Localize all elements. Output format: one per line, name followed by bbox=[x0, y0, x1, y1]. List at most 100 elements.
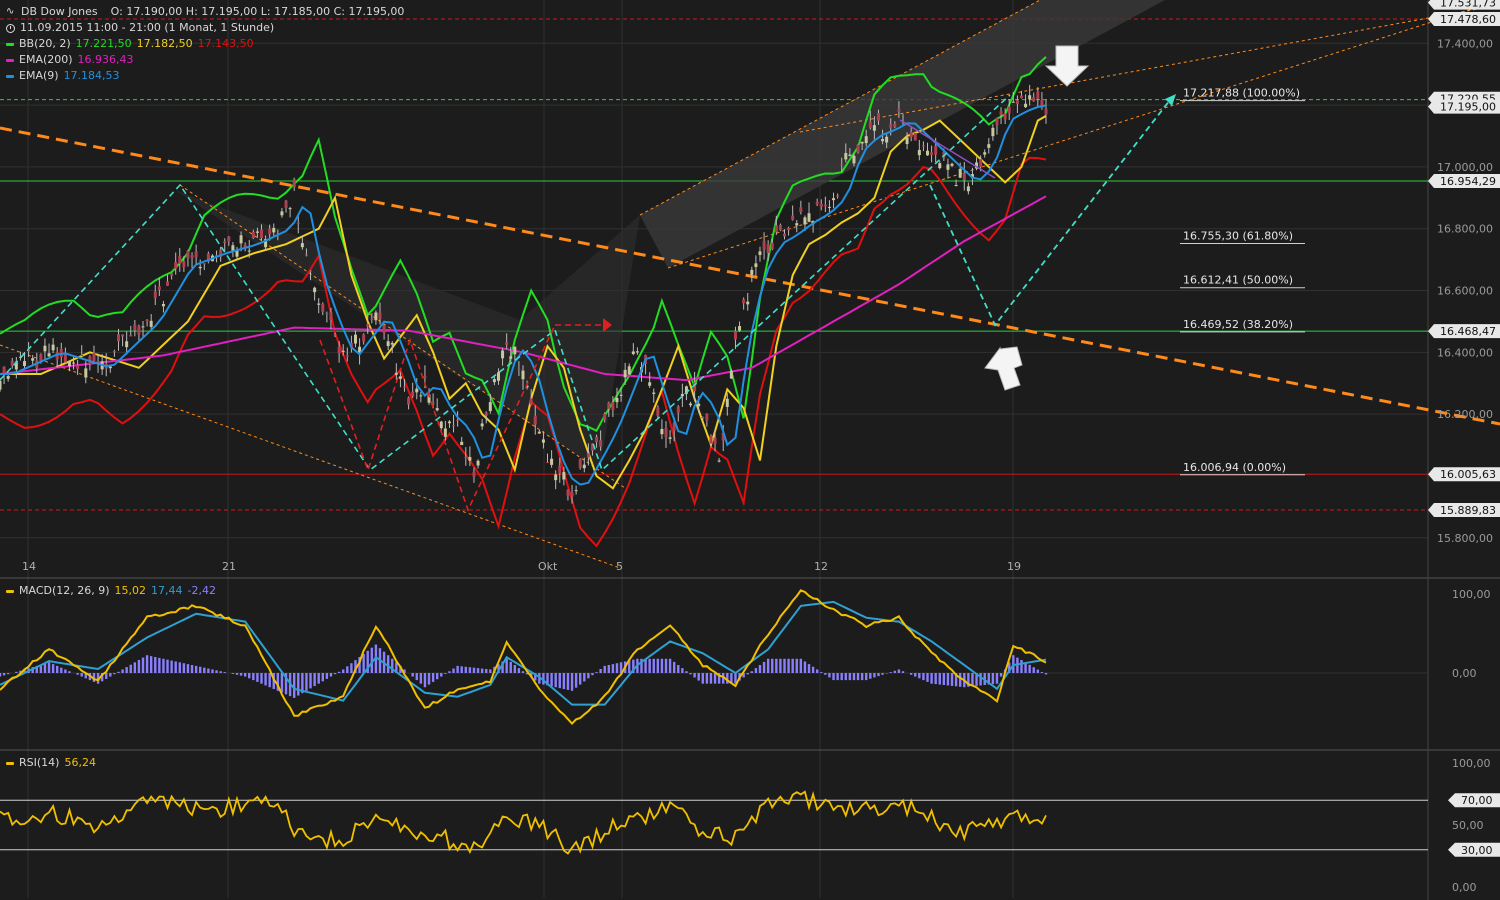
candle-body bbox=[550, 458, 554, 465]
rsi-title: RSI(14) bbox=[19, 756, 60, 769]
legend-swatch bbox=[6, 42, 14, 46]
candle-body bbox=[713, 437, 717, 445]
candle-body bbox=[778, 224, 782, 231]
candle-body bbox=[991, 127, 995, 137]
candle-body bbox=[595, 436, 599, 443]
candle-body bbox=[603, 413, 607, 420]
candle-body bbox=[697, 403, 701, 407]
candle-body bbox=[137, 326, 141, 335]
ohlc-readout: O: 17.190,00 H: 17.195,00 L: 17.185,00 C… bbox=[110, 5, 405, 18]
candle-body bbox=[272, 227, 276, 233]
candle-body bbox=[488, 402, 492, 412]
candle-body bbox=[558, 465, 562, 474]
x-tick-label: 19 bbox=[1007, 560, 1021, 573]
candle-body bbox=[905, 137, 909, 145]
chart-type-icon[interactable]: ∿ bbox=[6, 7, 16, 17]
candle-body bbox=[251, 231, 255, 238]
macd-legend: MACD(12, 26, 9) 15,02 17,44 -2,42 bbox=[6, 583, 216, 599]
candle-body bbox=[325, 313, 329, 315]
macd-value: 15,02 bbox=[114, 584, 147, 597]
candle-body bbox=[149, 320, 153, 327]
candle-body bbox=[946, 164, 950, 170]
candle-body bbox=[934, 145, 938, 155]
candle-body bbox=[578, 459, 582, 468]
candle-body bbox=[864, 136, 868, 144]
candle-body bbox=[754, 263, 758, 268]
candle-body bbox=[386, 341, 390, 347]
price-tag-label: 17.478,60 bbox=[1440, 13, 1496, 26]
candle-body bbox=[999, 111, 1003, 116]
chart-canvas[interactable]: 17.217,88 (100.00%) 16.755,30 (61.80%) 16.… bbox=[0, 0, 1500, 900]
price-tag: 16.005,63 bbox=[1428, 467, 1500, 482]
candle-body bbox=[411, 391, 415, 397]
candle-body bbox=[623, 369, 627, 378]
chart-background bbox=[0, 0, 1500, 900]
y-tick-label: 16.200,00 bbox=[1437, 408, 1493, 421]
candle-body bbox=[464, 456, 468, 458]
candle-body bbox=[362, 334, 366, 342]
candle-body bbox=[345, 355, 349, 357]
fib-label: 16.006,94 (0.00%) bbox=[1183, 461, 1286, 474]
candle-body bbox=[337, 346, 341, 354]
candle-body bbox=[125, 341, 129, 348]
candle-body bbox=[182, 261, 186, 268]
clock-icon bbox=[6, 23, 15, 33]
candle-body bbox=[116, 334, 120, 342]
legend-row[interactable]: EMA(200) 16.936,43 bbox=[6, 52, 404, 68]
candle-body bbox=[660, 428, 664, 435]
price-tag-label: 16.005,63 bbox=[1440, 468, 1496, 481]
candle-body bbox=[868, 121, 872, 128]
candle-body bbox=[484, 412, 488, 416]
candle-body bbox=[627, 366, 631, 375]
candle-body bbox=[848, 154, 852, 156]
candle-body bbox=[1007, 106, 1011, 114]
legend-indicator-name: EMA(9) bbox=[19, 69, 59, 82]
y-tick-label: 17.000,00 bbox=[1437, 161, 1493, 174]
candle-body bbox=[255, 231, 259, 233]
candle-body bbox=[92, 352, 96, 361]
candle-body bbox=[166, 281, 170, 286]
macd-swatch bbox=[6, 589, 14, 593]
rsi-level-tag-label: 30,00 bbox=[1461, 844, 1493, 857]
price-tag: 17.531,73 bbox=[1428, 0, 1500, 10]
rsi-legend: RSI(14) 56,24 bbox=[6, 755, 96, 771]
legend-row[interactable]: BB(20, 2) 17.221,50 17.182,50 17.143,50 bbox=[6, 36, 404, 52]
candle-body bbox=[353, 334, 357, 344]
x-tick-label: Okt bbox=[538, 560, 558, 573]
candle-body bbox=[1024, 103, 1028, 108]
candle-body bbox=[701, 417, 705, 419]
candle-body bbox=[656, 407, 660, 416]
rsi-y-tick: 50,00 bbox=[1452, 819, 1484, 832]
candle-body bbox=[586, 453, 590, 458]
legend-swatch bbox=[6, 58, 14, 62]
candle-body bbox=[607, 402, 611, 409]
candle-body bbox=[284, 200, 288, 208]
candle-body bbox=[288, 208, 292, 210]
candle-body bbox=[141, 326, 145, 328]
candle-body bbox=[652, 392, 656, 394]
fib-label: 17.217,88 (100.00%) bbox=[1183, 87, 1300, 100]
candle-body bbox=[852, 155, 856, 164]
candle-body bbox=[260, 229, 263, 239]
candle-body bbox=[378, 312, 382, 319]
candle-body bbox=[537, 431, 541, 434]
candle-body bbox=[6, 375, 10, 379]
candle-body bbox=[885, 136, 889, 143]
legend-indicator-value: 17.184,53 bbox=[63, 69, 120, 82]
candle-body bbox=[333, 334, 337, 336]
candle-body bbox=[983, 152, 987, 155]
legend-row[interactable]: EMA(9) 17.184,53 bbox=[6, 68, 404, 84]
price-legend: ∿ DB Dow Jones O: 17.190,00 H: 17.195,00… bbox=[6, 4, 404, 84]
candle-body bbox=[280, 211, 284, 216]
candle-body bbox=[783, 233, 786, 237]
candle-body bbox=[1003, 113, 1007, 120]
candle-body bbox=[966, 186, 970, 192]
candle-body bbox=[321, 304, 325, 312]
macd-signal-value: 17,44 bbox=[151, 584, 183, 597]
candle-body bbox=[435, 408, 439, 411]
candle-body bbox=[680, 393, 684, 397]
candle-body bbox=[746, 301, 750, 305]
candle-body bbox=[239, 235, 243, 244]
fib-label: 16.469,52 (38.20%) bbox=[1183, 318, 1293, 331]
candle-body bbox=[370, 318, 374, 320]
